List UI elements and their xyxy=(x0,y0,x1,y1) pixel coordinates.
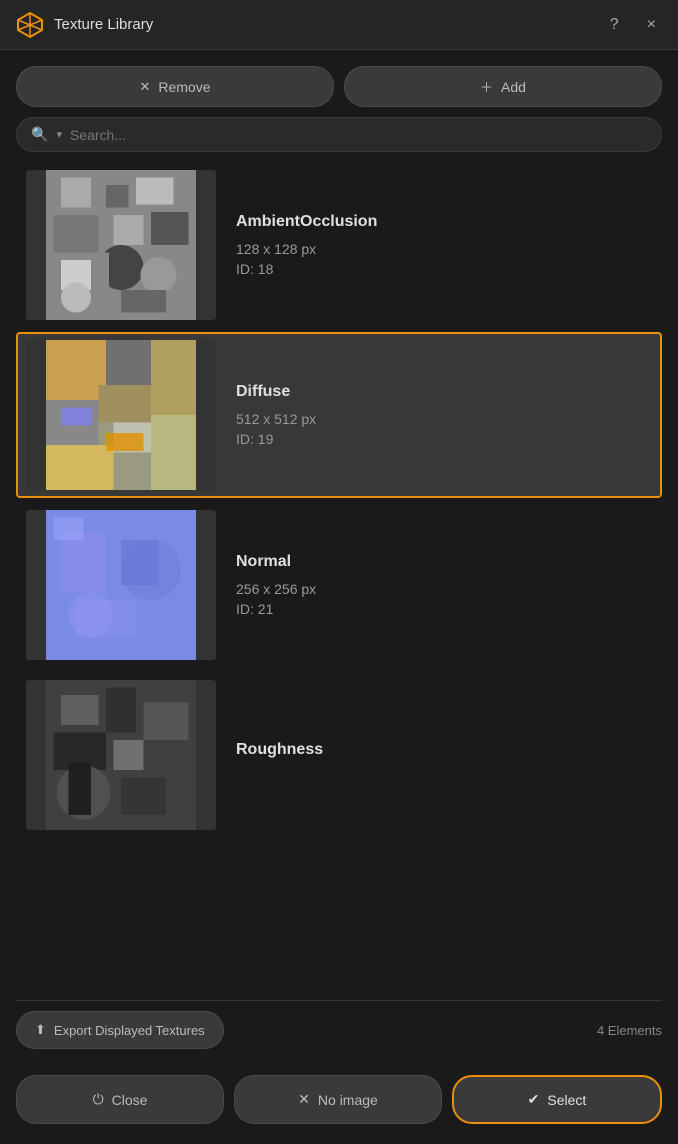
list-item[interactable]: Roughness xyxy=(16,672,662,838)
search-icon: 🔍 xyxy=(31,126,48,143)
close-window-button[interactable]: × xyxy=(641,12,662,38)
texture-name-normal: Normal xyxy=(236,553,652,571)
list-item[interactable]: Normal 256 x 256 px ID: 21 xyxy=(16,502,662,668)
no-image-button[interactable]: ✕ No image xyxy=(234,1075,442,1124)
texture-list: AmbientOcclusion 128 x 128 px ID: 18 xyxy=(16,162,662,990)
window-title: Texture Library xyxy=(54,16,604,33)
add-icon: ＋ xyxy=(480,77,493,96)
select-icon: ✔ xyxy=(528,1091,540,1108)
texture-info-roughness: Roughness xyxy=(236,741,652,769)
toolbar: ✕ Remove ＋ Add xyxy=(16,66,662,107)
texture-dimensions-diffuse: 512 x 512 px xyxy=(236,411,652,427)
close-button[interactable]: ⏻ Close xyxy=(16,1075,224,1124)
texture-id-normal: ID: 21 xyxy=(236,601,652,617)
texture-id-diffuse: ID: 19 xyxy=(236,431,652,447)
title-bar-actions: ? × xyxy=(604,12,662,38)
export-icon: ⬆ xyxy=(35,1022,46,1038)
help-button[interactable]: ? xyxy=(604,12,625,38)
no-image-label: No image xyxy=(318,1092,378,1108)
elements-count: 4 Elements xyxy=(597,1023,662,1038)
remove-icon: ✕ xyxy=(139,79,150,95)
thumbnail-roughness-svg xyxy=(26,680,216,830)
thumbnail-ao-svg xyxy=(26,170,216,320)
add-button[interactable]: ＋ Add xyxy=(344,66,662,107)
list-item[interactable]: Diffuse 512 x 512 px ID: 19 xyxy=(16,332,662,498)
close-label: Close xyxy=(112,1092,148,1108)
texture-thumbnail-normal xyxy=(26,510,216,660)
bottom-bar: ⬆ Export Displayed Textures 4 Elements xyxy=(16,1000,662,1055)
remove-button[interactable]: ✕ Remove xyxy=(16,66,334,107)
texture-name-roughness: Roughness xyxy=(236,741,652,759)
texture-name-diffuse: Diffuse xyxy=(236,383,652,401)
select-button[interactable]: ✔ Select xyxy=(452,1075,662,1124)
remove-label: Remove xyxy=(158,79,210,95)
texture-thumbnail-diffuse xyxy=(26,340,216,490)
export-button[interactable]: ⬆ Export Displayed Textures xyxy=(16,1011,224,1049)
texture-thumbnail-ao xyxy=(26,170,216,320)
texture-info-diffuse: Diffuse 512 x 512 px ID: 19 xyxy=(236,383,652,447)
texture-dimensions-ao: 128 x 128 px xyxy=(236,241,652,257)
select-label: Select xyxy=(547,1092,586,1108)
texture-info-normal: Normal 256 x 256 px ID: 21 xyxy=(236,553,652,617)
texture-info-ao: AmbientOcclusion 128 x 128 px ID: 18 xyxy=(236,213,652,277)
thumbnail-diffuse-svg xyxy=(26,340,216,490)
export-label: Export Displayed Textures xyxy=(54,1023,205,1038)
app-logo xyxy=(16,11,44,39)
main-content: ✕ Remove ＋ Add 🔍 ▾ xyxy=(0,50,678,1065)
texture-dimensions-normal: 256 x 256 px xyxy=(236,581,652,597)
search-input[interactable] xyxy=(70,127,647,143)
list-item[interactable]: AmbientOcclusion 128 x 128 px ID: 18 xyxy=(16,162,662,328)
add-label: Add xyxy=(501,79,526,95)
texture-id-ao: ID: 18 xyxy=(236,261,652,277)
texture-thumbnail-roughness xyxy=(26,680,216,830)
search-bar: 🔍 ▾ xyxy=(16,117,662,152)
thumbnail-normal-svg xyxy=(26,510,216,660)
search-dropdown-icon[interactable]: ▾ xyxy=(56,128,62,141)
title-bar: Texture Library ? × xyxy=(0,0,678,50)
footer: ⏻ Close ✕ No image ✔ Select xyxy=(0,1065,678,1144)
no-image-icon: ✕ xyxy=(298,1091,310,1108)
close-icon: ⏻ xyxy=(93,1091,104,1108)
texture-name-ao: AmbientOcclusion xyxy=(236,213,652,231)
